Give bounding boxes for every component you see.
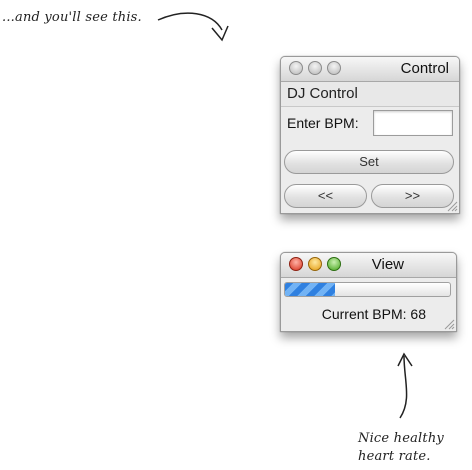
annotation-bottom-line1: Nice healthy <box>358 431 444 446</box>
minimize-button[interactable] <box>308 257 322 271</box>
dj-control-heading: DJ Control <box>281 82 459 107</box>
set-button[interactable]: Set <box>284 150 454 174</box>
close-button[interactable] <box>289 257 303 271</box>
view-titlebar[interactable]: View <box>281 253 456 278</box>
window-buttons <box>289 61 341 75</box>
zoom-button[interactable] <box>327 257 341 271</box>
arrow-to-control-window <box>157 12 223 31</box>
resize-grip-icon[interactable] <box>442 317 455 330</box>
progress-fill <box>285 283 335 296</box>
current-bpm-label: Current BPM: 68 <box>321 306 426 322</box>
bpm-row: Enter BPM: <box>281 107 459 139</box>
minimize-button[interactable] <box>308 61 322 75</box>
beat-progress-bar <box>284 282 451 297</box>
resize-grip-icon[interactable] <box>445 199 458 212</box>
bpm-label: Enter BPM: <box>287 115 359 131</box>
arrowhead-top <box>211 25 229 42</box>
annotation-top: ...and you'll see this. <box>2 10 142 25</box>
control-titlebar[interactable]: Control <box>281 57 459 82</box>
arrow-to-view-window <box>399 355 408 419</box>
control-window: Control DJ Control Enter BPM: Set << >> <box>280 56 460 214</box>
bpm-input[interactable] <box>373 110 453 136</box>
window-buttons <box>289 257 341 271</box>
window-title: Control <box>400 60 449 77</box>
window-title: View <box>371 256 404 273</box>
annotation-bottom: Nice healthy heart rate. <box>358 430 468 466</box>
zoom-button[interactable] <box>327 61 341 75</box>
view-window: View Current BPM: 68 <box>280 252 457 332</box>
increase-bpm-button[interactable]: >> <box>371 184 454 208</box>
annotation-bottom-line2: heart rate. <box>358 449 431 464</box>
close-button[interactable] <box>289 61 303 75</box>
arrowhead-bottom <box>397 352 413 367</box>
decrease-bpm-button[interactable]: << <box>284 184 367 208</box>
